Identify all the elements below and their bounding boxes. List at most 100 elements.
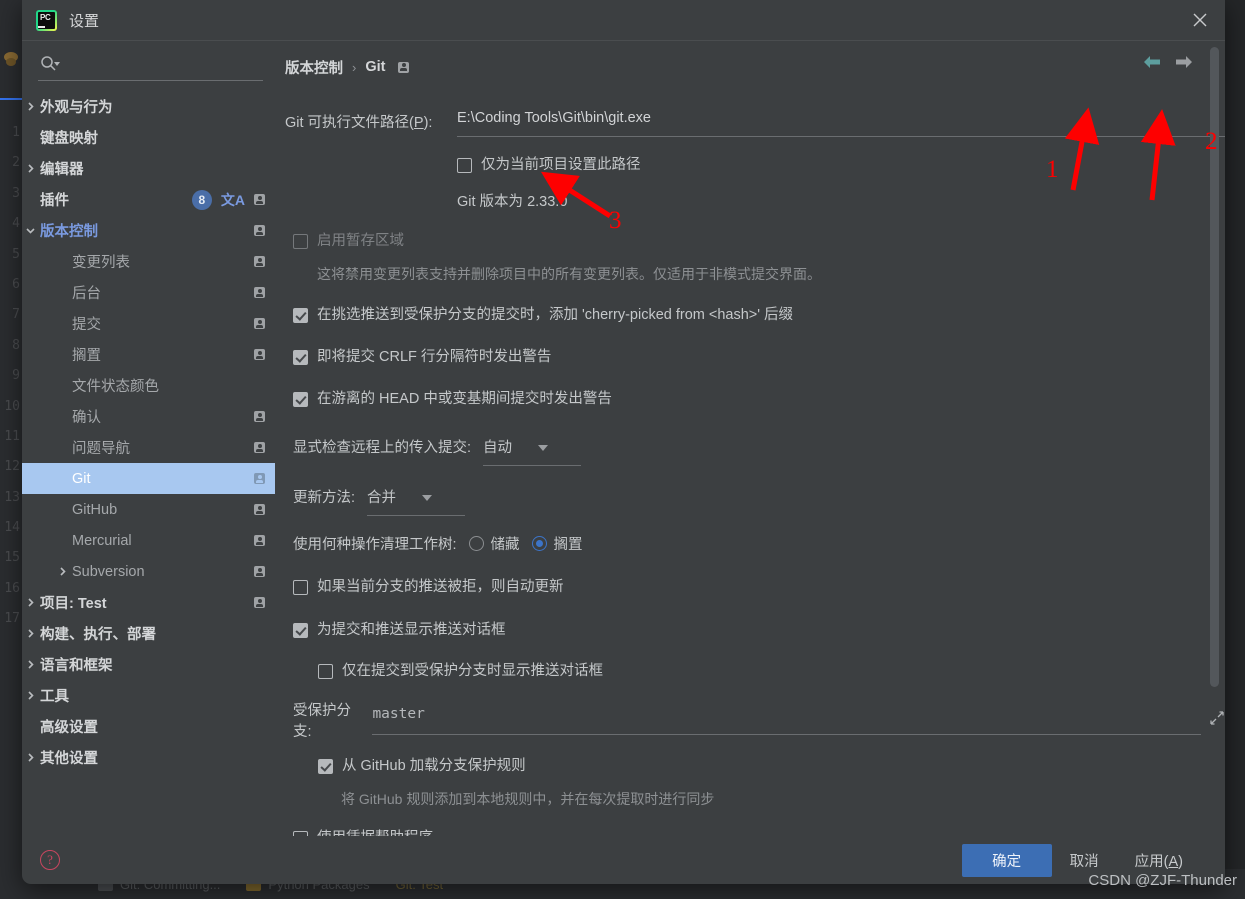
sidebar-item-版本控制[interactable]: 版本控制 — [22, 215, 275, 246]
credential-helper-row[interactable]: 使用凭据帮助程序 — [293, 829, 1225, 836]
sidebar-item-问题导航[interactable]: 问题导航 — [22, 432, 275, 463]
cherry-pick-checkbox[interactable] — [293, 308, 308, 323]
sidebar-item-label: 编辑器 — [40, 162, 84, 178]
explicit-check-label: 显式检查远程上的传入提交: — [293, 440, 472, 456]
project-only-path-row[interactable]: 仅为当前项目设置此路径 — [457, 156, 1225, 175]
update-method-label: 更新方法: — [293, 490, 356, 506]
protected-branches-underline — [372, 734, 1201, 735]
detached-head-warning-row[interactable]: 在游离的 HEAD 中或变基期间提交时发出警告 — [293, 390, 1225, 409]
project-scope-badge-icon — [254, 318, 265, 329]
clean-worktree-label: 使用何种操作清理工作树: — [293, 537, 457, 553]
clean-worktree-option-stash[interactable]: 储藏 — [468, 533, 520, 554]
chevron-right-icon[interactable] — [24, 162, 37, 175]
sidebar-item-git[interactable]: Git — [22, 463, 275, 494]
crlf-warning-checkbox[interactable] — [293, 350, 308, 365]
chevron-right-icon[interactable] — [24, 658, 37, 671]
git-path-field[interactable]: E:\Coding Tools\Git\bin\git.exe — [457, 105, 1225, 137]
gutter-line-number: 15 — [4, 550, 20, 566]
git-path-underline — [457, 136, 1225, 137]
show-push-dialog-row[interactable]: 为提交和推送显示推送对话框 — [293, 621, 1225, 640]
load-github-rules-row[interactable]: 从 GitHub 加载分支保护规则 — [318, 757, 1225, 776]
sidebar-item-icons: 8 文A — [191, 189, 265, 210]
chevron-right-icon[interactable] — [56, 565, 69, 578]
search-input[interactable] — [38, 49, 263, 80]
content-scrollbar[interactable] — [1210, 47, 1219, 807]
sidebar-item-确认[interactable]: 确认 — [22, 401, 275, 432]
translate-icon[interactable]: 文A — [221, 190, 245, 210]
close-icon[interactable] — [1175, 0, 1225, 40]
update-method-value: 合并 — [367, 490, 397, 506]
clean-worktree-row: 使用何种操作清理工作树: 储藏 搁置 — [293, 533, 1225, 554]
sidebar-item-变更列表[interactable]: 变更列表 — [22, 246, 275, 277]
settings-content-panel: 版本控制 › Git Git 可执行文件路径(P): E:\Coding Too… — [275, 41, 1225, 836]
auto-update-row[interactable]: 如果当前分支的推送被拒，则自动更新 — [293, 578, 1225, 597]
sidebar-item-语言和框架[interactable]: 语言和框架 — [22, 649, 275, 680]
sidebar-item-项目--test[interactable]: 项目: Test — [22, 587, 275, 618]
update-method-row: 更新方法: 合并 — [293, 486, 1225, 516]
staging-area-row[interactable]: 启用暂存区域 — [293, 232, 1225, 251]
settings-sidebar: 外观与行为 键盘映射 编辑器 插件 8 文A 版本控制 变更列表 后台 提交 搁置 文件状态颜色 确认问… — [22, 41, 275, 836]
chevron-right-icon[interactable] — [24, 689, 37, 702]
sidebar-item-label: 工具 — [40, 689, 69, 705]
sidebar-item-提交[interactable]: 提交 — [22, 308, 275, 339]
chevron-right-icon[interactable] — [24, 751, 37, 764]
sidebar-item-文件状态颜色[interactable]: 文件状态颜色 — [22, 370, 275, 401]
sidebar-item-github[interactable]: GitHub — [22, 494, 275, 525]
ok-button[interactable]: 确定 — [961, 843, 1052, 877]
cherry-pick-label: 在挑选推送到受保护分支的提交时，添加 'cherry-picked from <… — [317, 307, 794, 323]
detached-head-warning-checkbox[interactable] — [293, 392, 308, 407]
sidebar-item-label: Git — [72, 470, 91, 487]
clean-worktree-option-shelve[interactable]: 搁置 — [531, 533, 583, 554]
dialog-title-bar: PC 设置 — [22, 0, 1225, 40]
sidebar-item-外观与行为[interactable]: 外观与行为 — [22, 91, 275, 122]
sidebar-item-icons — [254, 535, 265, 546]
sidebar-item-后台[interactable]: 后台 — [22, 277, 275, 308]
plugin-count-badge: 8 — [191, 189, 212, 210]
protected-branches-field[interactable]: master — [372, 705, 1201, 735]
sidebar-item-高级设置[interactable]: 高级设置 — [22, 711, 275, 742]
explicit-check-value: 自动 — [483, 440, 513, 456]
auto-update-checkbox[interactable] — [293, 580, 308, 595]
chevron-right-icon[interactable] — [24, 627, 37, 640]
chevron-down-icon — [422, 494, 433, 501]
show-push-protected-row[interactable]: 仅在提交到受保护分支时显示推送对话框 — [318, 662, 1225, 681]
sidebar-item-编辑器[interactable]: 编辑器 — [22, 153, 275, 184]
sidebar-item-label: 文件状态颜色 — [72, 379, 159, 395]
sidebar-item-label: Mercurial — [72, 532, 132, 549]
sidebar-item-搁置[interactable]: 搁置 — [22, 339, 275, 370]
show-push-protected-label: 仅在提交到受保护分支时显示推送对话框 — [342, 663, 603, 679]
update-method-dropdown[interactable]: 合并 — [367, 486, 466, 516]
load-github-rules-checkbox[interactable] — [318, 759, 333, 774]
chevron-right-icon[interactable] — [24, 596, 37, 609]
sidebar-item-其他设置[interactable]: 其他设置 — [22, 742, 275, 773]
cherry-pick-row[interactable]: 在挑选推送到受保护分支的提交时，添加 'cherry-picked from <… — [293, 306, 1225, 325]
clean-worktree-radio-shelve[interactable] — [531, 536, 547, 551]
arrow-right-icon[interactable] — [1175, 55, 1193, 74]
staging-area-checkbox[interactable] — [293, 234, 308, 249]
help-icon[interactable]: ? — [40, 850, 60, 870]
sidebar-item-subversion[interactable]: Subversion — [22, 556, 275, 587]
sidebar-item-键盘映射[interactable]: 键盘映射 — [22, 122, 275, 153]
breadcrumb-current: Git — [365, 59, 386, 75]
sidebar-item-工具[interactable]: 工具 — [22, 680, 275, 711]
crlf-warning-row[interactable]: 即将提交 CRLF 行分隔符时发出警告 — [293, 348, 1225, 367]
sidebar-item-label: 问题导航 — [72, 441, 130, 457]
credential-helper-label: 使用凭据帮助程序 — [317, 829, 433, 836]
chevron-down-icon[interactable] — [24, 224, 37, 237]
show-push-protected-checkbox[interactable] — [318, 664, 333, 679]
scrollbar-thumb[interactable] — [1210, 47, 1219, 687]
sidebar-item-插件[interactable]: 插件 8 文A — [22, 184, 275, 215]
show-push-dialog-checkbox[interactable] — [293, 623, 308, 638]
gutter-line-number: 6 — [12, 276, 20, 292]
project-scope-badge-icon — [254, 194, 265, 205]
project-only-path-checkbox[interactable] — [457, 158, 472, 173]
sidebar-item-mercurial[interactable]: Mercurial — [22, 525, 275, 556]
sidebar-item-构建-执行-部署[interactable]: 构建、执行、部署 — [22, 618, 275, 649]
breadcrumb-parent[interactable]: 版本控制 — [285, 57, 343, 78]
sidebar-item-icons — [254, 287, 265, 298]
arrow-left-icon[interactable] — [1143, 55, 1161, 74]
project-scope-badge-icon — [398, 61, 410, 73]
explicit-check-dropdown[interactable]: 自动 — [483, 436, 582, 466]
chevron-right-icon[interactable] — [24, 100, 37, 113]
clean-worktree-radio-stash[interactable] — [468, 536, 484, 551]
